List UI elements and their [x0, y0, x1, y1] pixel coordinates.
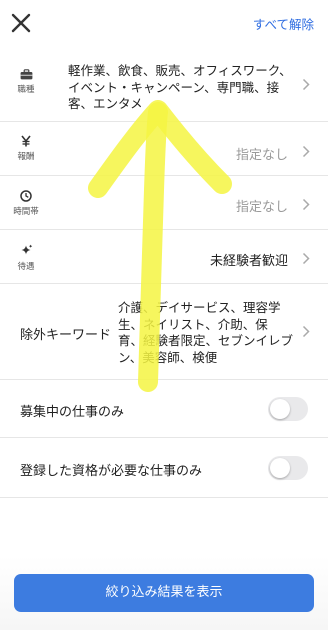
filter-row-pay[interactable]: 報酬 指定なし: [0, 122, 328, 176]
filter-row-job-type[interactable]: 職種 軽作業、飲食、販売、オフィスワーク、 イベント・キャンペーン、専門職、接 …: [0, 46, 328, 122]
header: すべて解除: [0, 0, 328, 46]
chevron-right-icon: [302, 145, 310, 158]
briefcase-icon: [20, 69, 32, 80]
toggle-row-recruiting-only: 募集中の仕事のみ: [0, 380, 328, 438]
recruiting-only-label: 募集中の仕事のみ: [20, 405, 125, 420]
benefits-value: 未経験者歓迎: [209, 254, 288, 269]
time-slot-value: 指定なし: [235, 200, 288, 215]
exclude-keywords-line: 生、ネイリスト、介助、保: [118, 316, 268, 332]
exclude-keywords-line: ン、美容師、検便: [118, 349, 218, 365]
toggle-row-qualified-only: 登録した資格が必要な仕事のみ: [0, 438, 328, 498]
exclude-keywords-value: 介護、デイサービス、理容学 生、ネイリスト、介助、保 育、経験者限定、セブンイレ…: [118, 300, 302, 366]
pay-value: 指定なし: [235, 148, 288, 163]
job-type-icon-group: 職種: [0, 69, 52, 95]
toggle-knob: [270, 458, 290, 478]
sparkle-icon: [21, 244, 32, 255]
clock-icon: [20, 190, 32, 202]
exclude-keywords-label: 除外キーワード: [20, 328, 112, 343]
clear-all-button[interactable]: すべて解除: [253, 14, 314, 33]
pay-label: 報酬: [17, 152, 35, 162]
job-type-value-line: 客、エンタメ: [68, 96, 143, 111]
yen-icon: [21, 135, 31, 147]
pay-icon-group: 報酬: [0, 135, 52, 162]
chevron-right-icon: [302, 198, 310, 211]
chevron-right-icon: [302, 325, 310, 338]
job-type-value-line: 軽作業、飲食、販売、オフィスワーク、: [68, 63, 292, 78]
job-type-label: 職種: [17, 85, 35, 95]
job-type-value: 軽作業、飲食、販売、オフィスワーク、 イベント・キャンペーン、専門職、接 客、エ…: [68, 63, 300, 113]
qualified-only-label: 登録した資格が必要な仕事のみ: [20, 464, 203, 479]
show-results-button[interactable]: 絞り込み結果を表示: [14, 574, 314, 612]
chevron-right-icon: [302, 78, 310, 91]
recruiting-only-toggle[interactable]: [268, 397, 308, 421]
time-slot-label: 時間帯: [13, 207, 39, 217]
filter-row-time-slot[interactable]: 時間帯 指定なし: [0, 176, 328, 230]
job-type-value-line: イベント・キャンペーン、専門職、接: [68, 79, 280, 95]
toggle-knob: [270, 399, 290, 419]
filter-row-benefits[interactable]: 待遇 未経験者歓迎: [0, 230, 328, 284]
benefits-icon-group: 待遇: [0, 244, 52, 272]
filter-screen: すべて解除 職種 軽作業、飲食、販売、オフィスワーク、 イベント・キャンペーン、…: [0, 0, 328, 630]
filter-row-exclude-keywords[interactable]: 除外キーワード 介護、デイサービス、理容学 生、ネイリスト、介助、保 育、経験者…: [0, 284, 328, 380]
exclude-keywords-line: 育、経験者限定、セブンイレブ: [118, 333, 294, 348]
close-icon[interactable]: [8, 8, 34, 36]
qualified-only-toggle[interactable]: [268, 456, 308, 480]
time-slot-icon-group: 時間帯: [0, 190, 52, 217]
chevron-right-icon: [302, 252, 310, 265]
exclude-keywords-line: 介護、デイサービス、理容学: [118, 300, 281, 315]
benefits-label: 待遇: [17, 262, 35, 272]
